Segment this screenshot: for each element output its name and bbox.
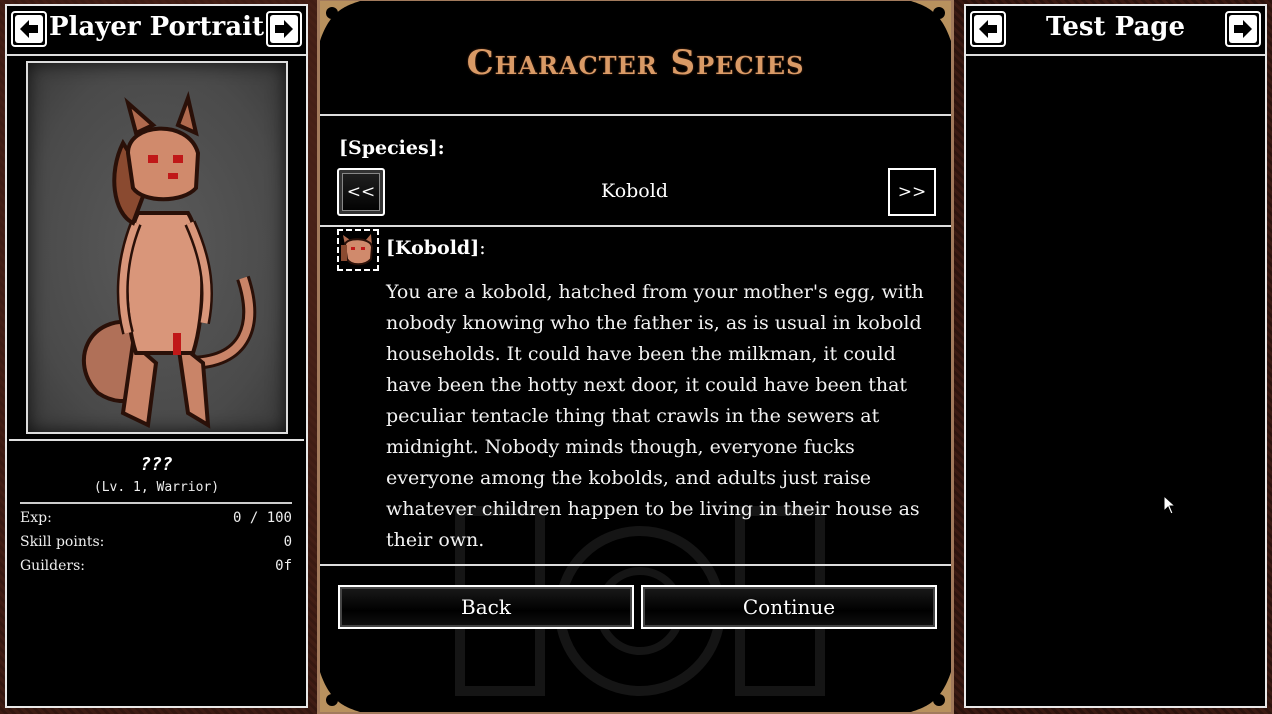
species-heading-name: [Kobold] [386,237,480,259]
back-button[interactable]: Back [338,585,634,629]
next-species-button[interactable]: >> [888,168,936,216]
arrow-right-icon [275,20,293,38]
kobold-portrait-image [81,91,257,429]
divider [966,54,1265,56]
stat-guilders: Guilders: 0f [20,558,292,580]
arrow-left-icon [979,20,997,38]
panel-title: Player Portrait [48,12,264,42]
species-description: You are a kobold, hatched from your moth… [386,281,924,551]
species-heading-colon: : [479,237,486,259]
test-page-panel: Test Page [964,4,1267,708]
species-heading: [Kobold]: [386,237,486,259]
divider [320,114,951,116]
divider [7,54,306,56]
player-portrait [26,61,288,434]
panel-header: Player Portrait [7,6,306,52]
next-panel-button[interactable] [1225,11,1261,47]
mouse-cursor-icon [1163,495,1177,515]
ornament-corner-icon [320,672,360,712]
character-name: ??? [140,454,173,475]
stat-label: Guilders: [20,558,85,574]
species-label: [Species]: [339,137,445,159]
stat-value: 0 [283,534,292,550]
panel-header: Test Page [966,6,1265,52]
character-level-class: (Lv. 1, Warrior) [93,480,220,495]
kobold-species-icon [337,229,379,271]
arrow-right-icon [1234,20,1252,38]
ornament-corner-icon [911,672,951,712]
ornament-corner-icon [320,1,360,41]
prev-panel-button[interactable] [970,11,1006,47]
player-portrait-panel: Player Portrait ??? (Lv. 1, Warrior) Exp… [5,4,308,708]
arrow-left-icon [20,20,38,38]
prev-panel-button[interactable] [11,11,47,47]
stat-exp: Exp: 0 / 100 [20,510,292,532]
ornament-corner-icon [911,1,951,41]
stat-label: Exp: [20,510,52,526]
divider [320,225,951,227]
character-species-panel: Character Species [Species]: << Kobold >… [317,0,954,714]
stat-skill-points: Skill points: 0 [20,534,292,556]
continue-button[interactable]: Continue [641,585,937,629]
panel-title: Test Page [1045,12,1186,42]
stat-value: 0f [275,558,292,574]
divider [320,564,951,566]
page-title: Character Species [466,43,805,83]
stat-label: Skill points: [20,534,105,550]
stat-value: 0 / 100 [232,510,292,526]
prev-species-button[interactable]: << [337,168,385,216]
divider [20,502,292,504]
divider [9,439,304,441]
next-panel-button[interactable] [266,11,302,47]
species-value: Kobold [601,180,668,202]
